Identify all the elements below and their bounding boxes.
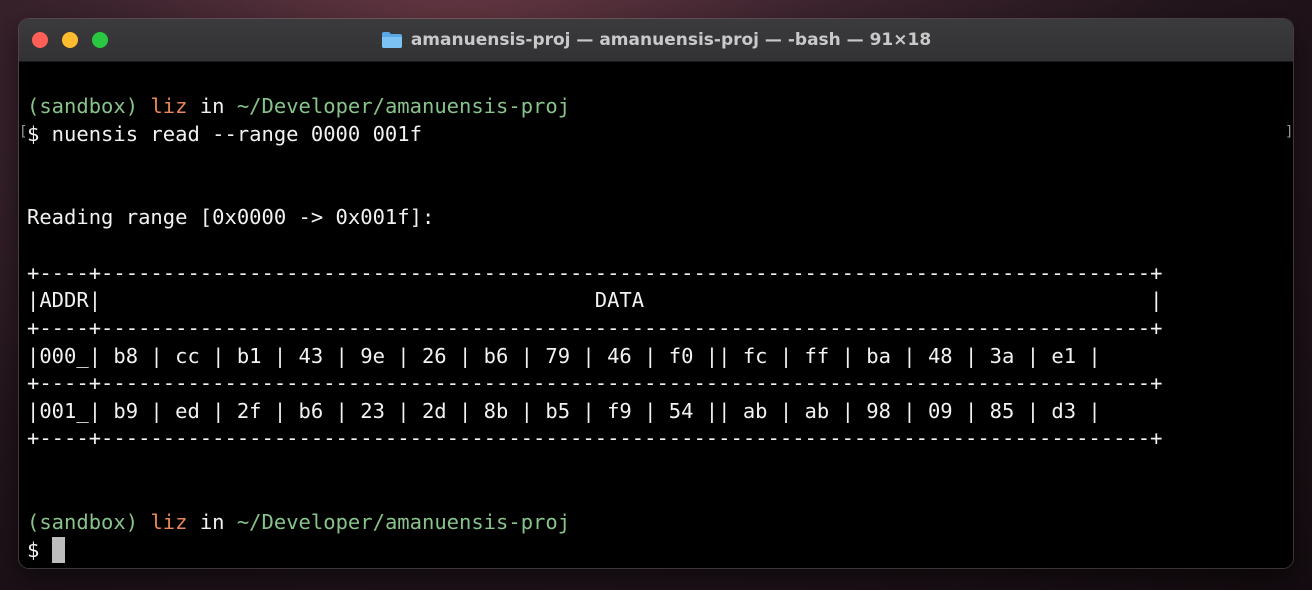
terminal-output[interactable]: (sandbox) liz in ~/Developer/amanuensis-… [19, 62, 1293, 568]
user-name: liz [150, 510, 188, 534]
env-name: (sandbox) [27, 510, 139, 534]
table-border-middle: +----+----------------------------------… [27, 371, 1163, 395]
env-name: (sandbox) [27, 94, 139, 118]
reading-range-line: Reading range [0x0000 -> 0x001f]: [27, 205, 435, 229]
prompt-line-2: (sandbox) liz in ~/Developer/amanuensis-… [27, 508, 570, 536]
folder-icon [381, 31, 403, 49]
window-title-text: amanuensis-proj — amanuensis-proj — -bas… [410, 30, 932, 50]
prompt-line-1: (sandbox) liz in ~/Developer/amanuensis-… [27, 92, 570, 120]
prompt-in: in [199, 94, 225, 118]
table-border-top: +----+----------------------------------… [27, 261, 1163, 285]
terminal-window: amanuensis-proj — amanuensis-proj — -bas… [19, 19, 1293, 568]
window-title: amanuensis-proj — amanuensis-proj — -bas… [19, 19, 1293, 61]
table-row: |000_| b8 | cc | b1 | 43 | 9e | 26 | b6 … [27, 344, 1101, 368]
table-border-header: +----+----------------------------------… [27, 316, 1163, 340]
working-directory: ~/Developer/amanuensis-proj [236, 510, 571, 534]
input-line[interactable]: $ [27, 536, 65, 564]
user-name: liz [150, 94, 188, 118]
working-directory: ~/Developer/amanuensis-proj [236, 94, 571, 118]
prompt-symbol: $ [27, 538, 52, 562]
command-line: $ nuensis read --range 0000 001f [27, 122, 422, 146]
right-bracket: ] [1285, 124, 1293, 140]
title-bar[interactable]: amanuensis-proj — amanuensis-proj — -bas… [19, 19, 1293, 62]
table-border-bottom: +----+----------------------------------… [27, 426, 1163, 450]
text-cursor [51, 536, 65, 563]
table-header: |ADDR| DATA | [27, 288, 1163, 312]
table-row: |001_| b9 | ed | 2f | b6 | 23 | 2d | 8b … [27, 399, 1101, 423]
prompt-in: in [199, 510, 225, 534]
